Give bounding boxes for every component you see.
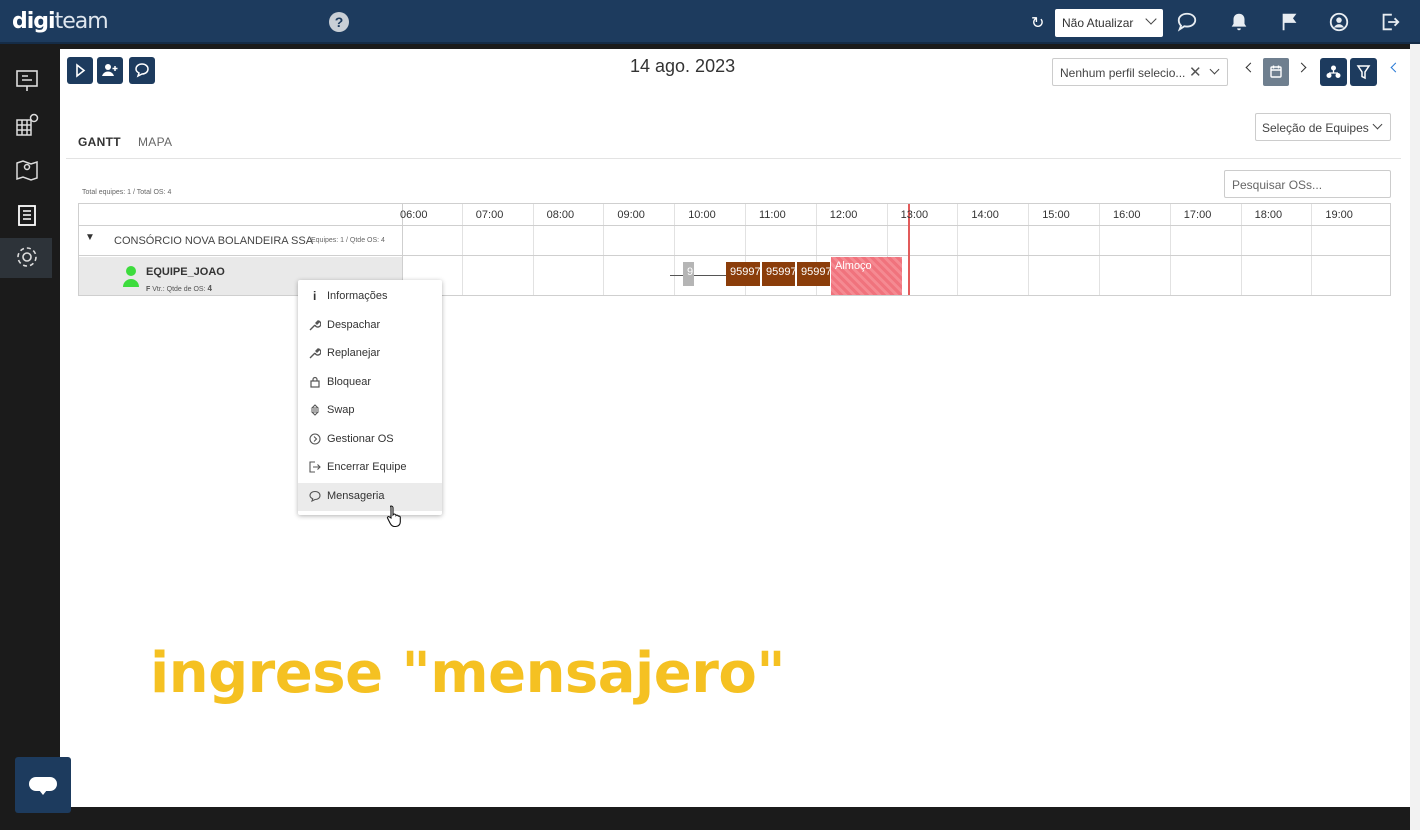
connector-line bbox=[670, 275, 726, 276]
swap-icon bbox=[310, 404, 320, 416]
hour-label: 07:00 bbox=[475, 209, 504, 221]
flag-icon[interactable] bbox=[1279, 11, 1301, 33]
question-circle-icon[interactable]: ? bbox=[329, 12, 349, 32]
prev-day-icon[interactable] bbox=[1245, 62, 1256, 73]
info-icon: i bbox=[313, 289, 317, 303]
hand-cursor-icon bbox=[386, 505, 401, 528]
hour-label: 12:00 bbox=[829, 209, 858, 221]
menu-item-encerrar-equipe[interactable]: Encerrar Equipe bbox=[298, 454, 442, 482]
hour-label: 11:00 bbox=[759, 209, 786, 221]
user-circle-icon[interactable] bbox=[1328, 11, 1350, 33]
auto-update-select[interactable]: Não Atualizar bbox=[1055, 9, 1163, 37]
chat-icon[interactable] bbox=[1176, 11, 1198, 33]
hour-label: 06:00 bbox=[400, 209, 428, 221]
logout-icon[interactable] bbox=[1379, 11, 1401, 33]
presentation-icon[interactable] bbox=[14, 68, 40, 94]
exit-icon bbox=[309, 461, 321, 473]
os-bar[interactable]: 95997 bbox=[726, 262, 760, 286]
totals-label: Total equipes: 1 / Total OS: 4 bbox=[82, 189, 172, 196]
menu-item-swap[interactable]: Swap bbox=[298, 397, 442, 425]
collapse-panel-icon[interactable] bbox=[1390, 62, 1401, 73]
hour-label: 09:00 bbox=[617, 209, 645, 221]
hour-label: 17:00 bbox=[1183, 209, 1212, 221]
main-panel: 14 ago. 2023 Nenhum perfil selecio... ✕ G… bbox=[60, 49, 1410, 807]
gear-icon[interactable] bbox=[14, 244, 40, 270]
map-pin-icon[interactable] bbox=[14, 157, 40, 183]
pending-os-bar[interactable]: 9 bbox=[683, 262, 694, 286]
search-os-input[interactable]: Pesquisar OSs... bbox=[1224, 170, 1391, 198]
chevron-down-icon bbox=[1209, 64, 1220, 75]
hour-label: 18:00 bbox=[1254, 209, 1283, 221]
os-bar[interactable]: 95997 bbox=[762, 262, 795, 286]
calendar-button[interactable] bbox=[1263, 58, 1289, 86]
menu-item-gestionar-os[interactable]: Gestionar OS bbox=[298, 426, 442, 454]
left-sidebar bbox=[0, 44, 52, 830]
filter-button[interactable] bbox=[1350, 58, 1377, 86]
chevron-down-icon bbox=[1372, 119, 1383, 130]
tab-gantt[interactable]: GANTT bbox=[78, 135, 121, 149]
message-icon bbox=[309, 490, 321, 502]
hour-label: 16:00 bbox=[1113, 209, 1141, 221]
menu-item-mensageria[interactable]: Mensageria bbox=[298, 483, 442, 511]
menu-item-bloquear[interactable]: Bloquear bbox=[298, 369, 442, 397]
play-button[interactable] bbox=[67, 57, 93, 84]
profile-select[interactable]: Nenhum perfil selecio... ✕ bbox=[1052, 58, 1228, 86]
page-scrollbar[interactable] bbox=[1410, 44, 1420, 830]
wrench-icon bbox=[309, 320, 321, 331]
top-bar: digiteam ? ↻ Não Atualizar bbox=[0, 0, 1420, 44]
hour-label: 13:00 bbox=[900, 209, 929, 221]
hour-label: 15:00 bbox=[1042, 209, 1070, 221]
hour-label: 08:00 bbox=[546, 209, 575, 221]
lock-icon bbox=[310, 376, 320, 388]
hour-label: 10:00 bbox=[688, 209, 716, 221]
menu-item-informacoes[interactable]: i Informações bbox=[298, 283, 442, 311]
os-bar[interactable]: 95997 bbox=[797, 262, 830, 286]
menu-item-despachar[interactable]: Despachar bbox=[298, 312, 442, 340]
hour-label: 14:00 bbox=[971, 209, 999, 221]
hour-label: 19:00 bbox=[1325, 209, 1353, 221]
message-button[interactable] bbox=[129, 57, 155, 84]
add-user-button[interactable] bbox=[97, 57, 123, 84]
gantt-chart: ▼ CONSÓRCIO NOVA BOLANDEIRA SSA Equipes:… bbox=[78, 203, 1391, 296]
team-select[interactable]: Seleção de Equipes bbox=[1255, 113, 1391, 141]
grid-settings-icon[interactable] bbox=[14, 112, 40, 138]
clear-icon[interactable]: ✕ bbox=[1189, 63, 1202, 81]
menu-item-replanejar[interactable]: Replanejar bbox=[298, 340, 442, 368]
app-logo[interactable]: digiteam bbox=[12, 9, 109, 34]
hierarchy-button[interactable] bbox=[1320, 58, 1347, 86]
chat-fab-button[interactable] bbox=[15, 757, 71, 813]
wrench-icon bbox=[309, 348, 321, 359]
tab-mapa[interactable]: MAPA bbox=[138, 135, 172, 149]
refresh-icon[interactable]: ↻ bbox=[1031, 13, 1044, 33]
current-date: 14 ago. 2023 bbox=[630, 56, 736, 76]
context-menu: i Informações Despachar Replanejar Bloque… bbox=[298, 280, 442, 515]
lunch-bar[interactable]: Almoço bbox=[831, 257, 902, 295]
bell-icon[interactable] bbox=[1228, 11, 1250, 33]
next-day-icon[interactable] bbox=[1296, 62, 1307, 73]
clipboard-icon[interactable] bbox=[14, 202, 40, 228]
tabs-divider bbox=[66, 158, 1401, 159]
tutorial-caption: ingrese "mensajero" bbox=[150, 641, 786, 706]
circle-arrow-icon bbox=[309, 433, 321, 445]
